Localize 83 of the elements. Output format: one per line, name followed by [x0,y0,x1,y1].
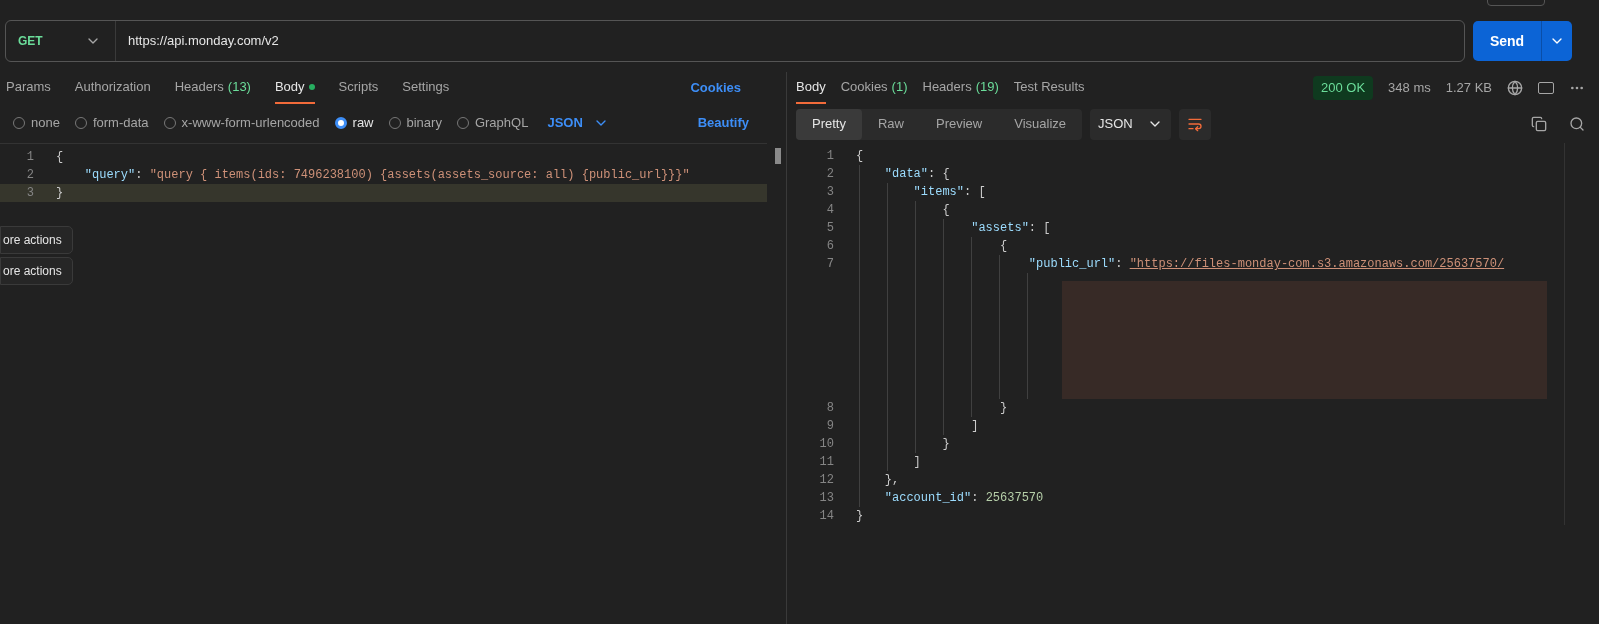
response-tab[interactable]: Cookies (1) [840,72,908,104]
scrollbar-thumb[interactable] [775,148,781,164]
response-tab[interactable]: Headers (19) [922,72,999,104]
code-value: "query { items(ids: 7496238100) {assets(assets_source: all) {public_url}}}" [149,168,690,182]
tooltip: ore actions [0,257,73,285]
code-punctuation: } [941,437,950,451]
body-type-radio[interactable]: none [13,113,60,133]
line-number: 10 [818,436,834,453]
body-type-radio[interactable]: form-data [74,113,149,133]
view-mode-tab[interactable]: Visualize [998,108,1083,140]
code-punctuation: ] [912,455,921,469]
code-punctuation: } [999,401,1008,415]
line-number: 7 [825,256,834,273]
response-time: 348 ms [1388,79,1431,98]
code-punctuation: { [856,149,864,163]
code-punctuation: ] [970,419,979,433]
code-key: "query" [56,168,136,182]
line-number: 1 [25,149,34,166]
beautify-button[interactable]: Beautify [697,113,749,133]
code-punctuation: : [971,491,980,505]
code-punctuation: : [ [964,185,986,199]
url-bar[interactable]: GET https://api.monday.com/v2 [5,20,1465,62]
code-punctuation: } [56,186,64,200]
code-key: "public_url" [856,257,1116,271]
code-punctuation: { [941,203,950,217]
line-number: 6 [825,238,834,255]
response-tab[interactable]: Body [796,72,826,104]
code-key: "items" [856,185,965,199]
globe-icon[interactable] [1507,80,1523,96]
body-type-radio[interactable]: binary [388,113,442,133]
code-punctuation: { [56,150,64,164]
response-size: 1.27 KB [1445,79,1492,98]
code-punctuation: : { [928,167,950,181]
code-key: "data" [856,167,928,181]
code-key: "account_id" [856,491,972,505]
line-number: 2 [25,167,34,184]
tooltip: ore actions [0,226,73,254]
code-punctuation: : [ [1028,221,1051,235]
send-options-button[interactable] [1541,21,1572,61]
line-number: 3 [25,185,34,202]
format-dropdown[interactable]: JSON [547,113,609,133]
wrap-button[interactable] [1178,108,1211,140]
search-icon[interactable] [1569,116,1585,132]
line-number: 8 [825,400,834,417]
request-tab[interactable]: Params [6,72,51,104]
code-punctuation: { [999,239,1008,253]
url-field[interactable]: https://api.monday.com/v2 [116,31,1464,51]
line-number: 5 [825,220,834,237]
code-punctuation: } [856,509,864,523]
line-number: 3 [825,184,834,201]
request-tab[interactable]: Headers (13) [174,72,251,104]
line-number: 4 [825,202,834,219]
status-badge: 200 OK [1313,76,1374,100]
code-punctuation: : [135,168,144,182]
response-tab[interactable]: Test Results [1013,72,1085,104]
code-punctuation: }, [883,473,900,487]
view-mode-tab[interactable]: Preview [920,108,999,140]
format-dropdown[interactable]: JSON [1090,108,1171,140]
body-type-radio[interactable]: x-www-form-urlencoded [163,113,320,133]
view-mode-tab[interactable]: Raw [861,108,920,140]
line-number: 12 [818,472,834,489]
request-tab[interactable]: Scripts [338,72,379,104]
line-number: 1 [825,148,834,165]
code-link[interactable]: "https://files-monday-com.s3.amazonaws.com/25637570/ [1129,257,1505,271]
code-value: 25637570 [985,491,1044,505]
line-number: 2 [825,166,834,183]
method-dropdown[interactable]: GET [6,21,116,61]
request-tab[interactable]: Body [274,72,315,104]
request-tab[interactable]: Authorization [74,72,151,104]
request-tab[interactable]: Settings [402,72,450,104]
copy-icon[interactable] [1531,116,1547,132]
cookies-link[interactable]: Cookies [690,78,741,98]
line-number: 14 [818,508,834,525]
wrap-icon [1186,116,1203,132]
code-punctuation: : [1115,257,1124,271]
line-number: 13 [818,490,834,507]
code-key: "assets" [856,221,1029,235]
body-type-radio[interactable]: raw [334,113,374,133]
line-number: 9 [825,418,834,435]
send-button[interactable]: Send [1473,21,1541,61]
view-mode-tab[interactable]: Pretty [796,108,862,140]
line-number: 11 [818,454,834,471]
body-type-radio[interactable]: GraphQL [456,113,529,133]
